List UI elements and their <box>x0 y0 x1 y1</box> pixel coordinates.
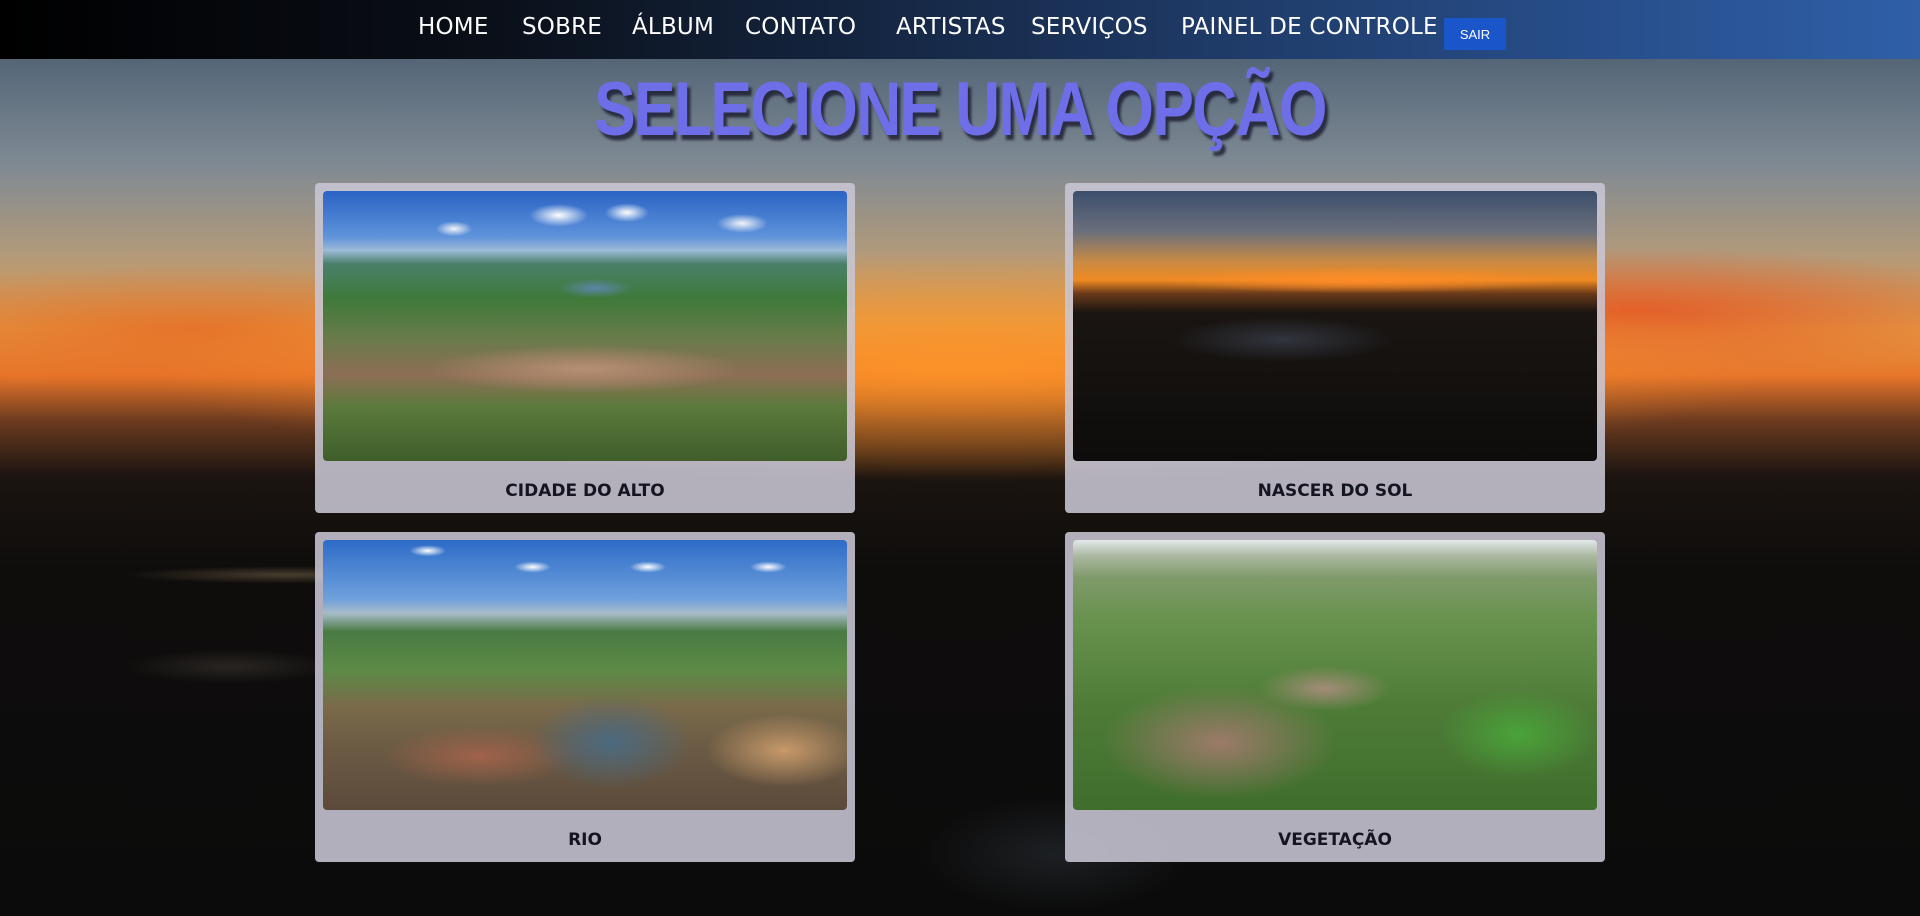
option-card-cidade-do-alto[interactable]: CIDADE DO ALTO <box>315 183 855 513</box>
card-label: CIDADE DO ALTO <box>505 481 665 501</box>
option-card-nascer-do-sol[interactable]: NASCER DO SOL <box>1065 183 1605 513</box>
option-card-vegetacao[interactable]: VEGETAÇÃO <box>1065 532 1605 862</box>
card-label: VEGETAÇÃO <box>1278 830 1392 850</box>
top-navbar: HOME SOBRE ÁLBUM CONTATO ARTISTAS SERVIÇ… <box>0 0 1920 59</box>
background-photo <box>0 500 1920 916</box>
card-label: RIO <box>568 830 602 850</box>
nav-home[interactable]: HOME <box>418 14 489 40</box>
nav-contato[interactable]: CONTATO <box>745 14 856 40</box>
sunrise-river-photo[interactable] <box>1073 191 1597 461</box>
card-label: NASCER DO SOL <box>1257 481 1413 501</box>
nav-album[interactable]: ÁLBUM <box>632 14 714 40</box>
aerial-city-photo[interactable] <box>323 191 847 461</box>
option-card-rio[interactable]: RIO <box>315 532 855 862</box>
aerial-vegetation-photo[interactable] <box>1073 540 1597 810</box>
page-title: SELECIONE UMA OPÇÃO <box>594 67 1327 152</box>
aerial-river-photo[interactable] <box>323 540 847 810</box>
logout-button[interactable]: SAIR <box>1444 18 1506 50</box>
nav-artistas[interactable]: ARTISTAS <box>896 14 1006 40</box>
nav-painel-de-controle[interactable]: PAINEL DE CONTROLE <box>1181 14 1438 40</box>
nav-sobre[interactable]: SOBRE <box>522 14 602 40</box>
nav-servicos[interactable]: SERVIÇOS <box>1031 14 1148 40</box>
